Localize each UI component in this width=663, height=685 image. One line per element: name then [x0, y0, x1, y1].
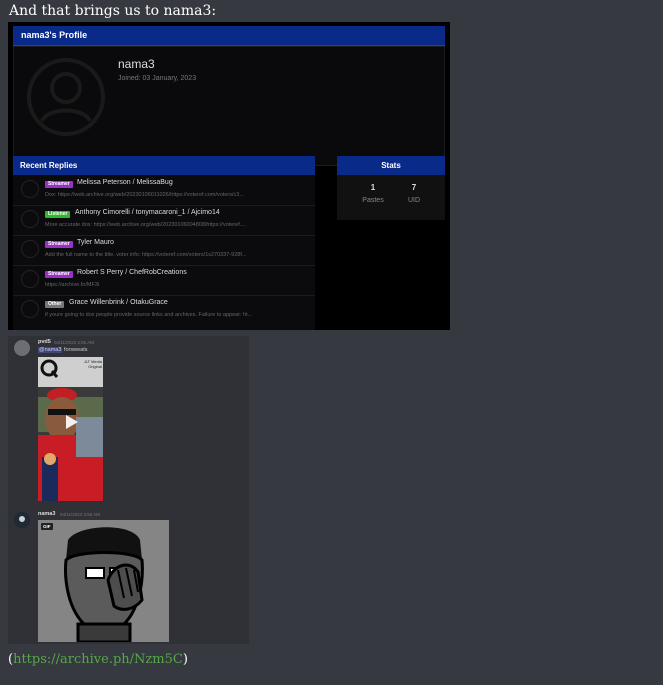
reply-snippet: More accurate dox: https://web.archive.o…: [45, 222, 246, 228]
default-avatar-icon: [27, 58, 105, 136]
message-timestamp: 04/11/2023 2:55 AM: [54, 340, 94, 345]
discord-screenshot: pvd5 04/11/2023 2:55 AM @nama3 forsweats…: [8, 336, 249, 644]
role-badge: Streamer: [45, 241, 73, 248]
reply-item[interactable]: Streamer Melissa Peterson / MelissaBug D…: [13, 175, 315, 206]
reply-snippet: Add the full name to the title. voter in…: [45, 252, 247, 258]
user-avatar: [14, 512, 30, 528]
reply-avatar-icon: [21, 240, 39, 258]
uid-value: 7: [411, 183, 417, 192]
reply-avatar-icon: [21, 210, 39, 228]
video-overlay-text: JLT Media Original: [83, 359, 102, 369]
pastes-label: Pastes: [362, 197, 384, 204]
reply-snippet: Dox: https://web.archive.org/web/2023010…: [45, 192, 244, 198]
gif-embed[interactable]: GIF: [38, 520, 169, 644]
recent-replies-title: Recent Replies: [20, 161, 78, 170]
reply-title[interactable]: Grace Willenbrink / OtakuGrace: [69, 299, 168, 306]
profile-panel: nama3 Joined: 03 January, 2023: [13, 46, 445, 166]
reply-avatar-icon: [21, 270, 39, 288]
archive-link-line: (https://archive.ph/Nzm5C): [8, 652, 188, 667]
profile-joined-date: Joined: 03 January, 2023: [118, 75, 197, 82]
recent-replies-header: Recent Replies: [13, 156, 315, 175]
avatar-image: [14, 512, 30, 528]
role-badge: Other: [45, 301, 65, 308]
reply-avatar-icon: [21, 180, 39, 198]
message-content: @nama3 forsweats: [38, 347, 87, 353]
reply-avatar-icon: [21, 300, 39, 318]
video-embed[interactable]: JLT Media Original: [38, 357, 103, 501]
user-mention[interactable]: @nama3: [38, 347, 63, 353]
reply-item[interactable]: Listener Anthony Cimorelli / tonymacaron…: [13, 205, 315, 236]
recent-replies-list: Streamer Melissa Peterson / MelissaBug D…: [13, 175, 315, 330]
reply-title[interactable]: Melissa Peterson / MelissaBug: [77, 179, 173, 186]
reply-item[interactable]: Streamer Tyler Mauro Add the full name t…: [13, 235, 315, 266]
wojak-facepalm-image: [38, 520, 169, 644]
reply-title[interactable]: Robert S Perry / ChefRobCreations: [77, 269, 187, 276]
stats-title: Stats: [381, 161, 401, 170]
role-badge: Streamer: [45, 271, 73, 278]
message-text: forsweats: [63, 347, 88, 353]
archive-link[interactable]: https://archive.ph/Nzm5C: [13, 652, 183, 667]
uid-label: UID: [407, 197, 421, 204]
user-avatar: [14, 340, 30, 356]
message-username: nama3: [38, 511, 56, 517]
message-timestamp: 04/11/2023 2:55 AM: [60, 512, 100, 517]
reply-snippet: https://archive.fo/MF3i: [45, 282, 100, 288]
reply-title[interactable]: Anthony Cimorelli / tonymacaroni_1 / Ajc…: [75, 209, 220, 216]
profile-screenshot: nama3's Profile nama3 Joined: 03 January…: [8, 22, 450, 330]
intro-text: And that brings us to nama3:: [9, 3, 217, 19]
reply-item[interactable]: Other Grace Willenbrink / OtakuGrace if …: [13, 295, 315, 325]
video-thumbnail: [38, 357, 103, 501]
reply-snippet: if youre going to dox people provide sou…: [45, 312, 253, 318]
reply-title[interactable]: Tyler Mauro: [77, 239, 114, 246]
role-badge: Listener: [45, 211, 71, 218]
paren-close: ): [182, 652, 188, 667]
pastes-count: 1: [370, 183, 376, 192]
stats-panel: 1 Pastes 7 UID: [337, 175, 445, 220]
profile-username: nama3: [118, 57, 155, 71]
role-badge: Streamer: [45, 181, 73, 188]
gif-badge: GIF: [41, 523, 53, 530]
message-username: pvd5: [38, 339, 51, 345]
profile-title-bar: nama3's Profile: [13, 26, 445, 46]
profile-title: nama3's Profile: [21, 30, 88, 40]
stats-header: Stats: [337, 156, 445, 175]
reply-item[interactable]: Streamer Robert S Perry / ChefRobCreatio…: [13, 265, 315, 296]
